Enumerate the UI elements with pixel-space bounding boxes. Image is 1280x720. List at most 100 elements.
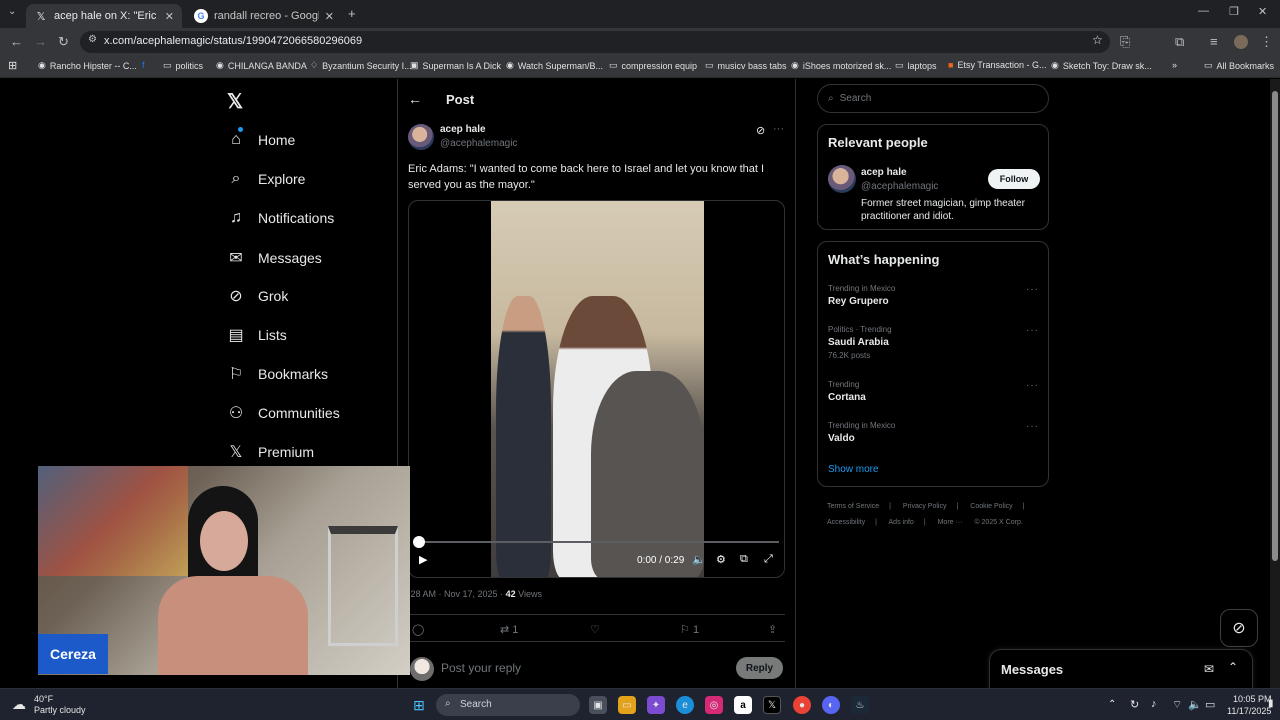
footer-link[interactable]: Cookie Policy <box>970 503 1012 510</box>
reply-icon[interactable]: ◯ <box>412 623 424 636</box>
more-options-icon[interactable]: ··· <box>1026 421 1039 432</box>
tab-google-search[interactable]: G randall recreo - Google Search ✕ <box>186 4 342 28</box>
bookmark-folder[interactable]: ▭ musicv bass tabs <box>705 60 787 71</box>
settings-icon[interactable]: ⚙ <box>716 553 726 566</box>
notifications-icon[interactable]: ▮ <box>1268 698 1274 709</box>
close-window-icon[interactable]: ✕ <box>1258 5 1267 18</box>
author-handle[interactable]: @acephalemagic <box>440 138 517 149</box>
nav-grok[interactable]: ⊘ Grok <box>226 286 288 306</box>
bookmark-item[interactable]: ◉ CHILANGA BANDA <box>216 60 307 71</box>
repost-button[interactable]: ⇄ 1 <box>500 623 518 636</box>
footer-link[interactable]: More ··· <box>938 519 963 526</box>
volume-icon[interactable]: 🔈 <box>1188 698 1202 711</box>
bookmark-item[interactable]: ■ Etsy Transaction - G... <box>948 60 1046 70</box>
bookmark-folder[interactable]: ▭ politics <box>163 60 203 71</box>
bookmark-item[interactable]: ◉ Sketch Toy: Draw sk... <box>1051 60 1152 71</box>
more-bookmarks-icon[interactable]: » <box>1172 60 1177 70</box>
trend-item[interactable]: Trending Cortana <box>828 380 866 403</box>
nav-premium[interactable]: 𝕏 Premium <box>226 442 314 462</box>
grok-icon[interactable]: ⊘ <box>1220 609 1258 647</box>
person-handle[interactable]: @acephalemagic <box>861 181 938 192</box>
file-explorer-icon[interactable]: ▭ <box>618 696 636 714</box>
address-bar[interactable]: ⚙ x.com/acephalemagic/status/19904720665… <box>80 31 1110 53</box>
bookmark-item[interactable]: ◉ Watch Superman/B... <box>506 60 603 71</box>
edge-icon[interactable]: e <box>676 696 694 714</box>
media-icon[interactable]: ≡ <box>1210 34 1218 49</box>
x-app-icon[interactable]: 𝕏 <box>763 696 781 714</box>
back-arrow-icon[interactable]: ← <box>408 91 422 107</box>
nav-home[interactable]: ⌂ Home <box>226 127 295 149</box>
back-icon[interactable]: ← <box>10 34 23 49</box>
nav-lists[interactable]: ▤ Lists <box>226 325 286 345</box>
footer-link[interactable]: Privacy Policy <box>903 503 947 510</box>
install-icon[interactable]: ⎘ <box>1120 34 1130 50</box>
clock-time[interactable]: 10:05 PM <box>1233 694 1272 704</box>
avatar[interactable] <box>408 124 434 150</box>
profile-avatar[interactable] <box>1234 35 1248 49</box>
grok-icon[interactable]: ⊘ <box>756 124 765 137</box>
nav-communities[interactable]: ⚇ Communities <box>226 403 340 423</box>
clock-date[interactable]: 11/17/2025 <box>1227 706 1271 716</box>
forward-icon[interactable]: → <box>34 34 47 49</box>
new-tab-icon[interactable]: + <box>348 6 356 21</box>
minimize-icon[interactable]: — <box>1198 5 1209 17</box>
copilot-icon[interactable]: ✦ <box>647 696 665 714</box>
amazon-icon[interactable]: a <box>734 696 752 714</box>
weather-desc[interactable]: Partly cloudy <box>34 705 86 715</box>
scrollbar[interactable] <box>1270 79 1280 688</box>
tab-search-icon[interactable]: ⌄ <box>8 6 16 17</box>
video-scrub-handle[interactable] <box>413 536 425 548</box>
more-options-icon[interactable]: ··· <box>773 123 784 135</box>
reply-input[interactable]: Post your reply <box>441 661 521 675</box>
like-icon[interactable]: ♡ <box>590 623 600 636</box>
bookmark-item[interactable]: ◉ Rancho Hipster -- C... <box>38 60 137 71</box>
messages-dock[interactable]: Messages ✉ ⌃ <box>989 649 1253 688</box>
post-timestamp[interactable]: :28 AM · Nov 17, 2025 · <box>408 589 503 599</box>
search-input[interactable]: ⌕ Search <box>817 84 1049 113</box>
video-player[interactable]: ▶ 0:00 / 0:29 🔈 ⚙ ⧉ ⤢ <box>408 200 785 578</box>
close-tab-icon[interactable]: ✕ <box>325 10 334 23</box>
extensions-icon[interactable]: ⧉ <box>1175 34 1184 50</box>
battery-icon[interactable]: ▭ <box>1205 698 1215 711</box>
post-author[interactable]: acep hale @acephalemagic <box>408 124 517 150</box>
avatar[interactable] <box>828 165 856 193</box>
footer-link[interactable]: Ads info <box>889 519 914 526</box>
chrome-icon[interactable]: ● <box>793 696 811 714</box>
author-name[interactable]: acep hale <box>440 124 517 135</box>
taskbar-search[interactable]: ⌕ Search <box>436 694 580 716</box>
person-name[interactable]: acep hale <box>861 167 907 178</box>
trend-item[interactable]: Trending in Mexico Rey Grupero <box>828 284 895 307</box>
windows-start-icon[interactable]: ⊞ <box>410 696 428 714</box>
fullscreen-icon[interactable]: ⤢ <box>764 553 773 566</box>
tab-x-post[interactable]: 𝕏 acep hale on X: "Eric Adams: "I ✕ <box>26 4 182 28</box>
scrollbar-thumb[interactable] <box>1272 91 1278 561</box>
compose-message-icon[interactable]: ✉ <box>1204 662 1214 676</box>
follow-button[interactable]: Follow <box>988 169 1040 189</box>
x-logo-icon[interactable]: 𝕏 <box>227 89 243 114</box>
bookmark-folder[interactable]: ▭ compression equip <box>609 60 697 71</box>
instagram-icon[interactable]: ◎ <box>705 696 723 714</box>
weather-temp[interactable]: 40°F <box>34 694 53 704</box>
bookmark-item[interactable]: ♢ Byzantium Security I... <box>310 60 412 71</box>
reply-button[interactable]: Reply <box>736 657 783 679</box>
bookmark-button[interactable]: ⚐ 1 <box>680 623 699 636</box>
close-tab-icon[interactable]: ✕ <box>165 10 174 23</box>
volume-icon[interactable]: 🔈 <box>692 553 706 566</box>
pip-icon[interactable]: ⧉ <box>740 553 748 566</box>
footer-link[interactable]: Terms of Service <box>827 503 879 510</box>
more-options-icon[interactable]: ··· <box>1026 284 1039 295</box>
video-progress-bar[interactable] <box>415 541 779 543</box>
show-more-link[interactable]: Show more <box>828 464 879 475</box>
reload-icon[interactable]: ↻ <box>58 34 69 50</box>
trend-item[interactable]: Politics · Trending Saudi Arabia 76.2K p… <box>828 325 892 360</box>
apps-grid-icon[interactable]: ⊞ <box>8 59 17 72</box>
trend-item[interactable]: Trending in Mexico Valdo <box>828 421 895 444</box>
menu-icon[interactable]: ⋮ <box>1260 34 1273 50</box>
show-hidden-icons[interactable]: ⌃ <box>1108 699 1116 710</box>
expand-icon[interactable]: ⌃ <box>1228 660 1238 674</box>
nav-bookmarks[interactable]: ⚐ Bookmarks <box>226 364 328 384</box>
task-view-icon[interactable]: ▣ <box>589 696 607 714</box>
more-options-icon[interactable]: ··· <box>1026 325 1039 336</box>
steam-icon[interactable]: ♨ <box>851 696 869 714</box>
all-bookmarks[interactable]: ▭ All Bookmarks <box>1204 60 1274 71</box>
